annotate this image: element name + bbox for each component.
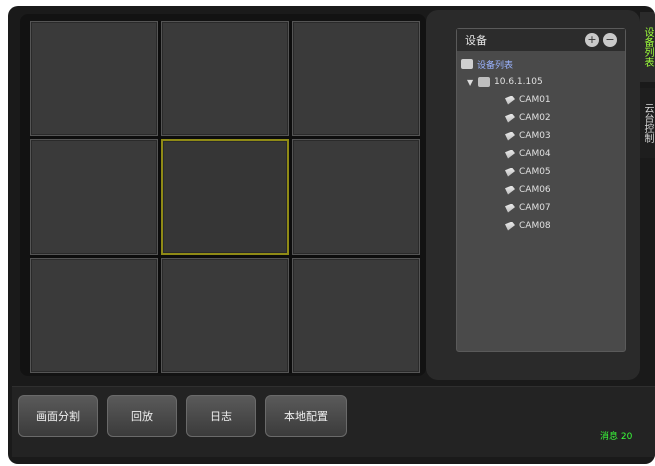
camera-label: CAM08: [519, 221, 551, 231]
device-tree: 设备列表 ▼ 10.6.1.105 CAM01 CAM02 CAM03 CAM0…: [461, 55, 551, 235]
add-device-icon[interactable]: +: [585, 33, 599, 47]
video-cell-6[interactable]: [292, 139, 420, 255]
camera-item[interactable]: CAM01: [505, 91, 551, 109]
side-tabs: 设备列表 云台控制: [640, 12, 655, 172]
camera-label: CAM03: [519, 131, 551, 141]
remove-device-icon[interactable]: −: [603, 33, 617, 47]
camera-icon: [505, 113, 515, 123]
split-screen-button[interactable]: 画面分割: [18, 395, 98, 437]
camera-item[interactable]: CAM08: [505, 217, 551, 235]
toolbar-buttons: 画面分割 回放 日志 本地配置: [18, 395, 347, 437]
camera-icon: [505, 131, 515, 141]
video-cell-9[interactable]: [292, 257, 420, 373]
camera-label: CAM01: [519, 95, 551, 105]
playback-button[interactable]: 回放: [107, 395, 177, 437]
camera-icon: [505, 95, 515, 105]
expand-icon[interactable]: ▼: [467, 78, 475, 87]
camera-label: CAM02: [519, 113, 551, 123]
video-cell-4[interactable]: [30, 139, 158, 255]
video-cell-1[interactable]: [30, 21, 158, 137]
camera-item[interactable]: CAM05: [505, 163, 551, 181]
tree-cameras: CAM01 CAM02 CAM03 CAM04 CAM05 CAM06 CAM0…: [505, 91, 551, 235]
video-cell-3[interactable]: [292, 21, 420, 137]
camera-icon: [505, 221, 515, 231]
video-cell-8[interactable]: [161, 257, 289, 373]
camera-item[interactable]: CAM06: [505, 181, 551, 199]
server-icon: [478, 77, 490, 87]
device-panel: 设备 + − 设备列表 ▼ 10.6.1.105 CAM01 CAM02 CAM…: [456, 28, 626, 352]
tab-device-list[interactable]: 设备列表: [640, 12, 655, 82]
tab-ptz-control[interactable]: 云台控制: [640, 88, 655, 158]
camera-item[interactable]: CAM07: [505, 199, 551, 217]
camera-item[interactable]: CAM02: [505, 109, 551, 127]
device-panel-header: 设备 + −: [457, 29, 625, 51]
log-button[interactable]: 日志: [186, 395, 256, 437]
tree-root[interactable]: 设备列表: [461, 55, 551, 73]
video-cell-7[interactable]: [30, 257, 158, 373]
camera-icon: [505, 149, 515, 159]
tree-server[interactable]: ▼ 10.6.1.105: [467, 73, 551, 91]
app-window: 设备 + − 设备列表 ▼ 10.6.1.105 CAM01 CAM02 CAM…: [8, 6, 655, 464]
camera-icon: [505, 167, 515, 177]
tree-server-label: 10.6.1.105: [494, 77, 543, 87]
camera-icon: [505, 203, 515, 213]
local-config-button[interactable]: 本地配置: [265, 395, 347, 437]
camera-label: CAM05: [519, 167, 551, 177]
video-cell-2[interactable]: [161, 21, 289, 137]
device-list-icon: [461, 59, 473, 69]
camera-label: CAM04: [519, 149, 551, 159]
status-message: 消息 20: [600, 432, 633, 442]
camera-icon: [505, 185, 515, 195]
video-grid-frame: [20, 14, 426, 376]
camera-item[interactable]: CAM03: [505, 127, 551, 145]
tree-root-label: 设备列表: [477, 60, 514, 71]
bottom-toolbar: 画面分割 回放 日志 本地配置 消息 20: [12, 386, 655, 457]
video-cell-5-selected[interactable]: [161, 139, 289, 255]
device-panel-title: 设备: [465, 34, 487, 47]
camera-label: CAM06: [519, 185, 551, 195]
right-panel: 设备 + − 设备列表 ▼ 10.6.1.105 CAM01 CAM02 CAM…: [426, 10, 640, 380]
camera-item[interactable]: CAM04: [505, 145, 551, 163]
video-grid: [30, 21, 420, 373]
camera-label: CAM07: [519, 203, 551, 213]
